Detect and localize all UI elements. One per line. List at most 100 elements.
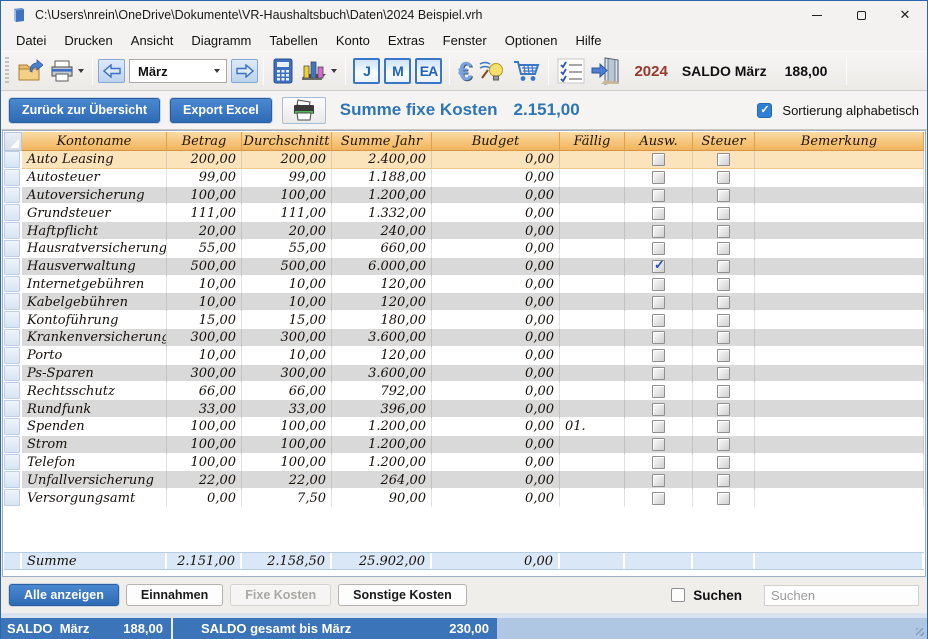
- open-file-button[interactable]: [14, 56, 46, 86]
- back-to-overview-button[interactable]: Zurück zur Übersicht: [9, 98, 160, 123]
- checkbox[interactable]: [717, 420, 730, 433]
- menu-item-konto[interactable]: Konto: [327, 31, 379, 50]
- checkbox[interactable]: [652, 367, 665, 380]
- fixed-costs-button[interactable]: Fixe Kosten: [230, 584, 331, 606]
- menu-item-extras[interactable]: Extras: [379, 31, 434, 50]
- row-selector[interactable]: [4, 471, 20, 488]
- cell-steuer[interactable]: [693, 400, 755, 418]
- checkbox[interactable]: [652, 278, 665, 291]
- table-row[interactable]: Rechtsschutz66,0066,00792,000,00: [4, 382, 924, 400]
- menu-item-fenster[interactable]: Fenster: [434, 31, 496, 50]
- income-button[interactable]: Einnahmen: [126, 584, 223, 606]
- table-row[interactable]: Autosteuer99,0099,001.188,000,00: [4, 169, 924, 187]
- cell-steuer[interactable]: [693, 382, 755, 400]
- checkbox[interactable]: [717, 189, 730, 202]
- cell-steuer[interactable]: [693, 329, 755, 347]
- cell-ausw[interactable]: [625, 347, 693, 365]
- checkbox[interactable]: [717, 260, 730, 273]
- cell-steuer[interactable]: [693, 454, 755, 472]
- checkbox[interactable]: [652, 171, 665, 184]
- table-corner-cell[interactable]: [4, 132, 22, 151]
- sort-alphabetical-checkbox-checked[interactable]: [757, 103, 772, 118]
- table-row[interactable]: Internetgebühren10,0010,00120,000,00: [4, 276, 924, 294]
- table-row[interactable]: Autoversicherung100,00100,001.200,000,00: [4, 187, 924, 205]
- cell-ausw[interactable]: [625, 204, 693, 222]
- menu-item-diagramm[interactable]: Diagramm: [182, 31, 260, 50]
- cell-ausw[interactable]: [625, 400, 693, 418]
- row-selector[interactable]: [4, 240, 20, 257]
- column-header-durchschnitt[interactable]: Durchschnitt: [242, 132, 332, 151]
- menu-item-tabellen[interactable]: Tabellen: [260, 31, 326, 50]
- checkbox[interactable]: [717, 242, 730, 255]
- cell-steuer[interactable]: [693, 222, 755, 240]
- year-table-button[interactable]: J: [353, 58, 380, 84]
- checkbox[interactable]: [717, 314, 730, 327]
- cell-ausw[interactable]: [625, 471, 693, 489]
- checklist-button[interactable]: [554, 56, 588, 86]
- table-row[interactable]: Kabelgebühren10,0010,00120,000,00: [4, 293, 924, 311]
- maximize-button[interactable]: [839, 1, 883, 29]
- cell-ausw[interactable]: [625, 169, 693, 187]
- cell-ausw[interactable]: [625, 454, 693, 472]
- checkbox[interactable]: [717, 153, 730, 166]
- cell-steuer[interactable]: [693, 151, 755, 169]
- checkbox[interactable]: [717, 367, 730, 380]
- row-selector[interactable]: [4, 382, 20, 399]
- ideas-button[interactable]: [475, 56, 509, 86]
- table-row[interactable]: Telefon100,00100,001.200,000,00: [4, 454, 924, 472]
- row-selector[interactable]: [4, 204, 20, 221]
- close-button[interactable]: ✕: [883, 1, 927, 29]
- checkbox[interactable]: [717, 403, 730, 416]
- cell-steuer[interactable]: [693, 436, 755, 454]
- checkbox[interactable]: [652, 456, 665, 469]
- checkbox-checked[interactable]: [652, 260, 665, 273]
- checkbox[interactable]: [652, 225, 665, 238]
- cell-ausw[interactable]: [625, 489, 693, 507]
- cell-steuer[interactable]: [693, 187, 755, 205]
- cell-steuer[interactable]: [693, 418, 755, 436]
- row-selector[interactable]: [4, 293, 20, 310]
- row-selector[interactable]: [4, 276, 20, 293]
- column-header-steuer[interactable]: Steuer: [693, 132, 755, 151]
- checkbox[interactable]: [652, 438, 665, 451]
- print-button[interactable]: [46, 56, 87, 86]
- chart-button[interactable]: [297, 56, 340, 86]
- cell-ausw[interactable]: [625, 293, 693, 311]
- checkbox[interactable]: [652, 331, 665, 344]
- cell-ausw[interactable]: [625, 418, 693, 436]
- table-row[interactable]: Spenden100,00100,001.200,000,0001.: [4, 418, 924, 436]
- month-table-button[interactable]: M: [384, 58, 411, 84]
- toolbar-grip[interactable]: [5, 57, 9, 85]
- cell-steuer[interactable]: [693, 311, 755, 329]
- table-row[interactable]: Ps-Sparen300,00300,003.600,000,00: [4, 365, 924, 383]
- cell-ausw[interactable]: [625, 382, 693, 400]
- column-header-ausw[interactable]: Ausw.: [625, 132, 693, 151]
- cell-ausw[interactable]: [625, 365, 693, 383]
- cell-ausw[interactable]: [625, 187, 693, 205]
- table-row[interactable]: Versorgungsamt0,007,5090,000,00: [4, 489, 924, 507]
- cell-ausw[interactable]: [625, 222, 693, 240]
- table-row[interactable]: Porto10,0010,00120,000,00: [4, 347, 924, 365]
- shopping-button[interactable]: [509, 56, 543, 86]
- checkbox[interactable]: [717, 331, 730, 344]
- cell-ausw[interactable]: [625, 258, 693, 276]
- column-header-budget[interactable]: Budget: [432, 132, 560, 151]
- cell-steuer[interactable]: [693, 347, 755, 365]
- row-selector[interactable]: [4, 347, 20, 364]
- row-selector[interactable]: [4, 169, 20, 186]
- calculator-button[interactable]: [269, 56, 297, 86]
- checkbox[interactable]: [652, 242, 665, 255]
- row-selector[interactable]: [4, 329, 20, 346]
- checkbox[interactable]: [717, 492, 730, 505]
- row-selector[interactable]: [4, 222, 20, 239]
- checkbox[interactable]: [652, 420, 665, 433]
- checkbox[interactable]: [652, 492, 665, 505]
- row-selector[interactable]: [4, 365, 20, 382]
- other-costs-button[interactable]: Sonstige Kosten: [338, 584, 467, 606]
- checkbox[interactable]: [652, 385, 665, 398]
- cell-steuer[interactable]: [693, 365, 755, 383]
- checkbox[interactable]: [652, 474, 665, 487]
- table-row[interactable]: Rundfunk33,0033,00396,000,00: [4, 400, 924, 418]
- month-select[interactable]: März: [129, 59, 227, 83]
- menu-item-optionen[interactable]: Optionen: [496, 31, 567, 50]
